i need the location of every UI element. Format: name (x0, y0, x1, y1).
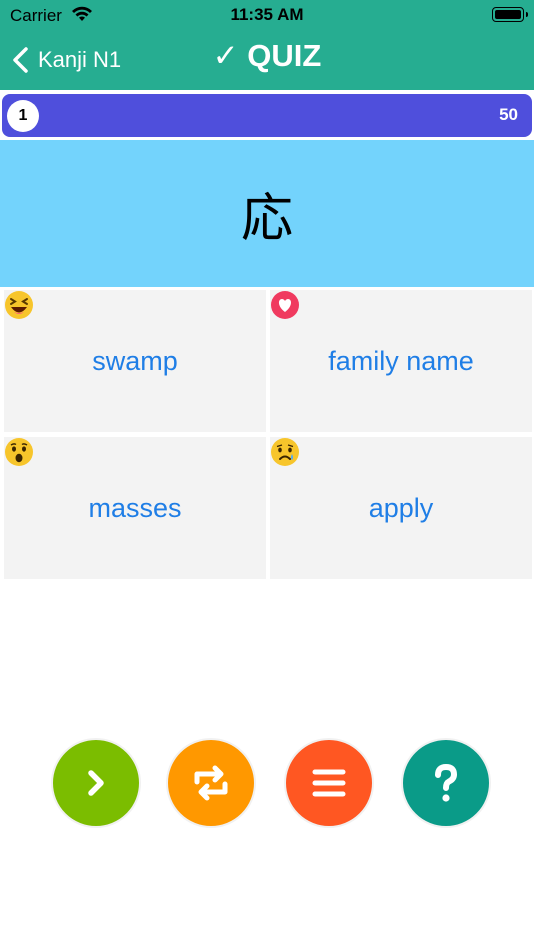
answer-option[interactable]: masses (4, 437, 266, 579)
answer-option[interactable]: apply (270, 437, 532, 579)
answer-option[interactable]: swamp (4, 290, 266, 432)
repeat-icon (194, 765, 228, 801)
laughing-face-icon (5, 291, 33, 319)
answer-label: masses (88, 492, 182, 523)
sad-face-icon (271, 438, 299, 466)
next-button[interactable] (51, 738, 141, 828)
navigation-bar: Carrier 11:35 AM Kanji N1 ✓ QUIZ (0, 0, 534, 90)
page-title: ✓ QUIZ (212, 38, 322, 73)
heart-icon (271, 291, 299, 319)
answer-option[interactable]: family name (270, 290, 532, 432)
answer-label: swamp (92, 345, 178, 376)
menu-button[interactable] (284, 738, 374, 828)
battery-icon (492, 7, 528, 22)
total-questions: 50 (499, 105, 518, 124)
progress-bar: 1 50 (2, 94, 532, 137)
question-kanji: 応 (0, 140, 534, 287)
menu-icon (312, 769, 346, 797)
question-mark-icon (435, 763, 458, 802)
surprised-face-icon (5, 438, 33, 466)
answer-label: apply (368, 492, 434, 523)
clock: 11:35 AM (230, 5, 304, 24)
repeat-button[interactable] (166, 738, 256, 828)
answer-label: family name (328, 345, 474, 376)
chevron-right-icon (88, 770, 104, 796)
status-bar: Carrier 11:35 AM (0, 0, 534, 30)
help-button[interactable] (401, 738, 491, 828)
current-question-number: 1 (7, 100, 39, 132)
